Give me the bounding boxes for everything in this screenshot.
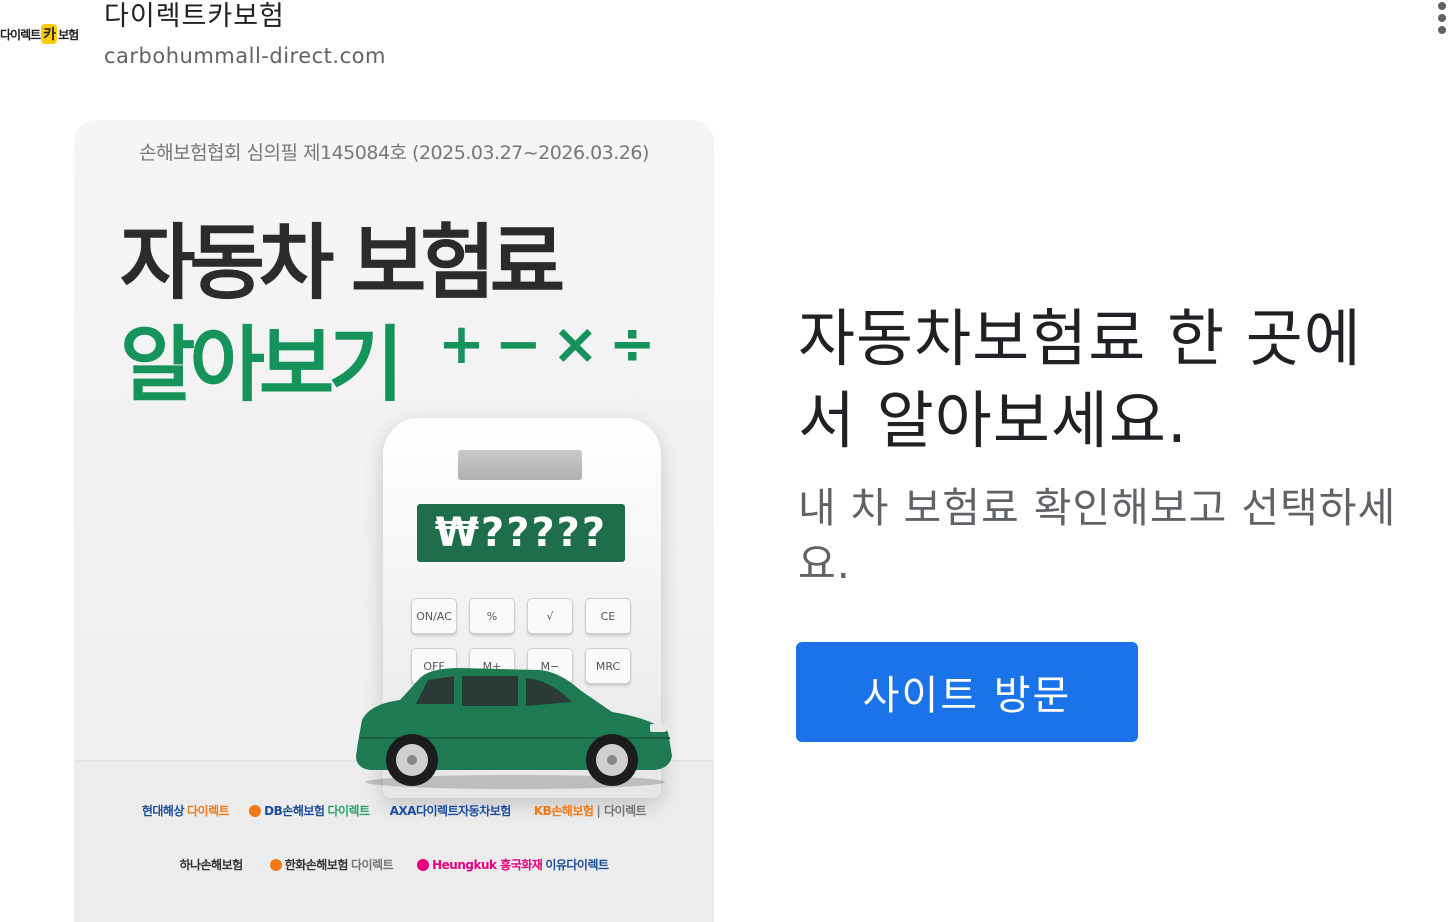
ad-title[interactable]: 자동차보험료 한 곳에서 알아보세요. [798, 298, 1398, 462]
approval-notice: 손해보험협회 심의필 제145084호 (2025.03.27~2026.03.… [139, 142, 649, 164]
logo-text-right: 보험 [58, 27, 79, 42]
calc-key: √ [527, 598, 573, 634]
logo-text-left: 다이렉트 [0, 27, 41, 42]
insurer-logo: 현대해상 다이렉트 [141, 804, 230, 818]
insurer-logo: 한화손해보험 다이렉트 [269, 856, 394, 873]
advertiser-logo[interactable]: 다이렉트 카 보험 [0, 22, 84, 46]
db-logo-icon [249, 804, 262, 817]
calc-key: CE [585, 598, 631, 634]
insurer-logos-row1: 현대해상 다이렉트 DB손해보험 다이렉트 AXA다이렉트자동차보험 KB손해보험 |… [74, 802, 714, 819]
more-vertical-icon[interactable] [1436, 2, 1448, 34]
calc-key: ON/AC [411, 598, 457, 634]
insurer-logo: DB손해보험 다이렉트 [249, 802, 370, 819]
green-suv-icon [356, 668, 672, 789]
insurer-logo: KB손해보험 | 다이렉트 [533, 804, 647, 818]
insurer-logo: AXA다이렉트자동차보험 [389, 804, 512, 818]
math-operators: +−×÷ [438, 312, 666, 377]
advertiser-url[interactable]: carbohummall-direct.com [104, 44, 386, 68]
calculator-display: ₩????? [417, 504, 625, 562]
insurer-logos-row2: 하나손해보험 한화손해보험 다이렉트 Heungkuk 흥국화재 이유다이렉트 [74, 856, 714, 873]
ad-headline-line2: 알아보기 [120, 318, 404, 413]
advertiser-name[interactable]: 다이렉트카보험 [104, 0, 285, 33]
heungkuk-logo-icon [417, 858, 430, 871]
logo-mark: 카 [41, 24, 58, 44]
solar-panel [458, 450, 582, 480]
hanwha-logo-icon [269, 858, 282, 871]
insurer-logo: 하나손해보험 [179, 858, 243, 872]
visit-site-button[interactable]: 사이트 방문 [796, 642, 1138, 742]
ad-description: 내 차 보험료 확인해보고 선택하세요. [798, 484, 1397, 588]
calc-key: % [469, 598, 515, 634]
insurer-logo: Heungkuk 흥국화재 이유다이렉트 [417, 856, 609, 873]
